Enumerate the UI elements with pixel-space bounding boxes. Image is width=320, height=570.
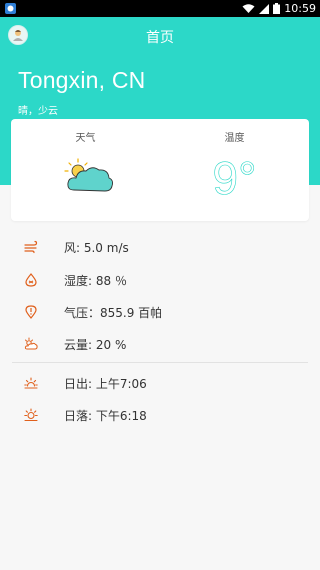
temperature-value: 9°	[212, 152, 257, 205]
detail-row-sunrise: 日出: 上午7:06	[0, 368, 320, 398]
weather-summary-card: 天气 温度 9°	[11, 119, 309, 221]
signal-icon	[259, 3, 270, 14]
details-divider	[12, 362, 308, 363]
detail-row-pressure: 气压：855.9 百帕	[0, 297, 320, 327]
sunset-icon	[24, 408, 38, 422]
battery-icon	[273, 3, 281, 14]
partly-cloudy-icon	[64, 158, 114, 192]
city-name: Tongxin, CN	[18, 67, 146, 93]
pressure-icon	[25, 305, 37, 319]
weather-description: 晴，少云	[18, 106, 58, 117]
detail-row-sunset: 日落: 下午6:18	[0, 400, 320, 430]
detail-row-wind: 风: 5.0 m/s	[0, 232, 320, 262]
sunset-text: 日落: 下午6:18	[64, 409, 147, 423]
weather-column: 天气	[11, 119, 160, 221]
sunrise-text: 日出: 上午7:06	[64, 377, 147, 391]
cloudiness-text: 云量: 20 %	[64, 338, 127, 352]
temperature-column: 温度 9°	[160, 119, 309, 221]
status-bar: 10:59	[0, 0, 320, 17]
humidity-icon	[25, 273, 37, 287]
weather-label: 天气	[75, 133, 96, 144]
wind-icon	[24, 240, 38, 254]
status-time: 10:59	[284, 2, 316, 15]
pressure-text: 气压：855.9 百帕	[64, 306, 163, 320]
detail-row-humidity: 湿度: 88 ％	[0, 265, 320, 295]
temperature-label: 温度	[224, 133, 245, 144]
detail-row-cloudiness: 云量: 20 %	[0, 329, 320, 359]
page-title: 首页	[146, 30, 174, 46]
sunrise-icon	[24, 377, 38, 389]
humidity-text: 湿度: 88 ％	[64, 274, 127, 288]
app-notification-icon	[5, 3, 16, 14]
wifi-icon	[242, 3, 255, 13]
cloudiness-icon	[24, 337, 38, 350]
wind-text: 风: 5.0 m/s	[64, 241, 129, 255]
